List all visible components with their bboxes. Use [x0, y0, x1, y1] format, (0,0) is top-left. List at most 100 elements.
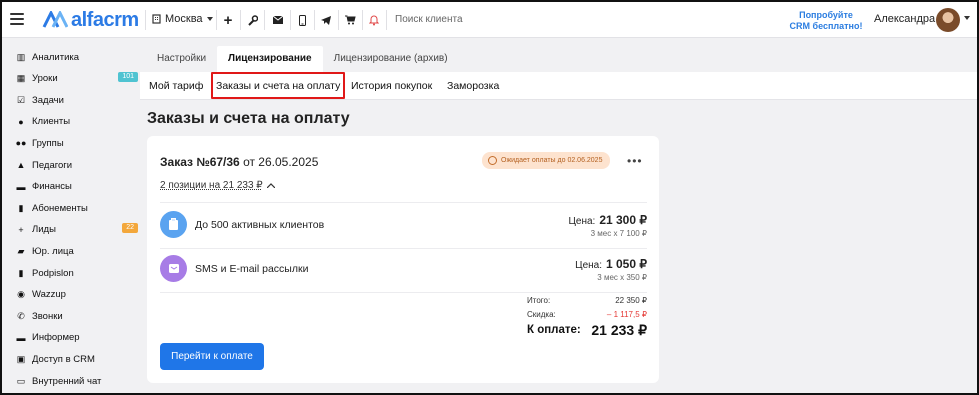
pay-button[interactable]: Перейти к оплате — [160, 343, 264, 370]
person-icon: ● — [18, 116, 24, 127]
clipboard-icon — [160, 211, 187, 238]
branch-selector[interactable]: Москва — [152, 13, 213, 25]
divider — [145, 10, 146, 30]
sidebar-item[interactable]: ▬ Финансы — [16, 180, 138, 194]
sidebar-item[interactable]: ▦ Уроки 101 — [16, 71, 138, 86]
sidebar-item-label: Podpislon — [32, 267, 74, 279]
positions-text: 2 позиции на 21 233 ₽ — [160, 180, 263, 191]
tab-licensing-archive[interactable]: Лицензирование (архив) — [323, 46, 459, 72]
plus-icon[interactable]: + — [220, 12, 236, 29]
highlight-box — [211, 72, 345, 99]
order-number: Заказ №67/36 — [160, 155, 240, 169]
trial-link[interactable]: Попробуйте CRM бесплатно! — [786, 10, 866, 32]
trial-line-2: CRM бесплатно! — [789, 21, 863, 31]
divider — [386, 10, 387, 30]
sidebar-item[interactable]: ●● Группы — [16, 136, 138, 150]
user-name[interactable]: Александра — [874, 13, 935, 25]
avatar[interactable] — [936, 8, 960, 32]
item-detail: 3 мес х 350 ₽ — [597, 273, 647, 282]
item-price: Цена: 21 300 ₽ — [569, 213, 648, 227]
sidebar-item[interactable]: ◉ Wazzup — [16, 288, 138, 302]
status-badge: Ожидает оплаты до 02.06.2025 — [482, 152, 611, 169]
chevron-up-icon — [266, 183, 275, 188]
price-label: Цена: — [575, 260, 602, 271]
sidebar-item-label: Клиенты — [32, 116, 71, 128]
sidebar: ▥ Аналитика ▦ Уроки 101 ☑ Задачи ● Клиенты ●● Груп… — [2, 39, 140, 393]
price-label: Цена: — [568, 216, 596, 227]
chevron-down-icon — [206, 17, 213, 21]
order-date: от 26.05.2025 — [239, 155, 319, 169]
checklist-icon: ☑ — [16, 94, 26, 105]
page-title: Заказы и счета на оплату — [147, 110, 350, 127]
sidebar-item-label: Финансы — [32, 181, 72, 193]
whatsapp-icon: ◉ — [17, 289, 25, 300]
phone-icon[interactable] — [294, 12, 310, 28]
sidebar-item[interactable]: ▮ Podpislon — [16, 266, 138, 280]
positions-toggle[interactable]: 2 позиции на 21 233 ₽ — [160, 180, 275, 191]
sidebar-item[interactable]: ▮ Абонементы — [16, 201, 138, 215]
tab-settings[interactable]: Настройки — [146, 46, 217, 72]
sidebar-item[interactable]: ▰ Юр. лица — [16, 244, 138, 258]
telegram-icon[interactable] — [318, 12, 334, 28]
building-icon — [152, 14, 161, 24]
phone-call-icon: ✆ — [17, 310, 25, 321]
item-name: До 500 активных клиентов — [195, 219, 325, 231]
order-item: SMS и E-mail рассылки Цена: 1 050 ₽ 3 мес… — [160, 249, 647, 293]
sidebar-item[interactable]: ▭ Внутренний чат — [16, 374, 138, 388]
logo[interactable]: alfacrm — [42, 9, 139, 31]
sidebar-item-label: Внутренний чат — [32, 375, 102, 387]
sidebar-item[interactable]: ▬ Информер — [16, 331, 138, 345]
sidebar-item-label: Лиды — [32, 224, 56, 236]
subtab-purchase-history[interactable]: История покупок — [351, 72, 432, 100]
price-value: 21 300 ₽ — [599, 213, 647, 227]
lock-icon: ▣ — [16, 353, 26, 364]
money-icon: ▬ — [16, 181, 26, 192]
search-input[interactable]: Поиск клиента — [395, 14, 715, 25]
tab-licensing[interactable]: Лицензирование — [217, 46, 323, 72]
sidebar-item[interactable]: ▲ Педагоги — [16, 158, 138, 172]
count-badge: 22 — [122, 222, 138, 233]
person-plus-icon: + — [18, 224, 24, 235]
price-value: 1 050 ₽ — [606, 257, 647, 271]
chevron-down-icon[interactable] — [964, 16, 970, 20]
wrench-icon[interactable] — [244, 12, 260, 28]
trial-line-1: Попробуйте — [799, 10, 853, 20]
count-badge: 101 — [118, 71, 138, 82]
mail-icon[interactable] — [270, 12, 286, 28]
sidebar-item-label: Информер — [32, 332, 80, 344]
top-bar: alfacrm Москва + Поиск клиента Попробуйт… — [2, 2, 977, 38]
total-label: Итого: — [527, 296, 551, 305]
sidebar-item-label: Группы — [32, 137, 64, 149]
chart-icon: ▥ — [16, 51, 26, 62]
item-name: SMS и E-mail рассылки — [195, 263, 309, 275]
discount-value: – 1 117,5 ₽ — [606, 310, 647, 319]
sidebar-item[interactable]: ▣ Доступ в CRM — [16, 352, 138, 366]
sidebar-item-label: Педагоги — [32, 159, 73, 171]
sidebar-item-label: Звонки — [32, 310, 63, 322]
divider — [160, 202, 647, 203]
item-price: Цена: 1 050 ₽ — [575, 257, 647, 271]
calendar-icon: ▦ — [16, 73, 26, 84]
bell-icon[interactable] — [366, 12, 382, 28]
sidebar-item[interactable]: ☑ Задачи — [16, 93, 138, 107]
divider — [314, 10, 315, 30]
menu-icon[interactable] — [10, 13, 24, 25]
sidebar-item[interactable]: ▥ Аналитика — [16, 50, 138, 64]
sidebar-item-label: Задачи — [32, 94, 64, 106]
graduation-icon: ▲ — [16, 160, 26, 170]
cart-icon[interactable] — [342, 12, 358, 28]
sidebar-item[interactable]: + Лиды 22 — [16, 222, 138, 237]
sidebar-item[interactable]: ● Клиенты — [16, 115, 138, 129]
pay-value: 21 233 ₽ — [591, 322, 647, 338]
branch-label: Москва — [165, 13, 203, 25]
status-text: Ожидает оплаты до 02.06.2025 — [501, 157, 603, 164]
order-item: До 500 активных клиентов Цена: 21 300 ₽ 3… — [160, 205, 647, 249]
subtab-freeze[interactable]: Заморозка — [447, 72, 499, 100]
logo-icon — [42, 11, 68, 28]
subtab-my-plan[interactable]: Мой тариф — [149, 72, 203, 100]
more-options-icon[interactable]: ••• — [627, 154, 643, 168]
item-detail: 3 мес х 7 100 ₽ — [590, 229, 647, 238]
app-window: alfacrm Москва + Поиск клиента Попробуйт… — [0, 0, 979, 395]
sidebar-item[interactable]: ✆ Звонки — [16, 309, 138, 323]
discount-label: Скидка: — [527, 310, 556, 319]
